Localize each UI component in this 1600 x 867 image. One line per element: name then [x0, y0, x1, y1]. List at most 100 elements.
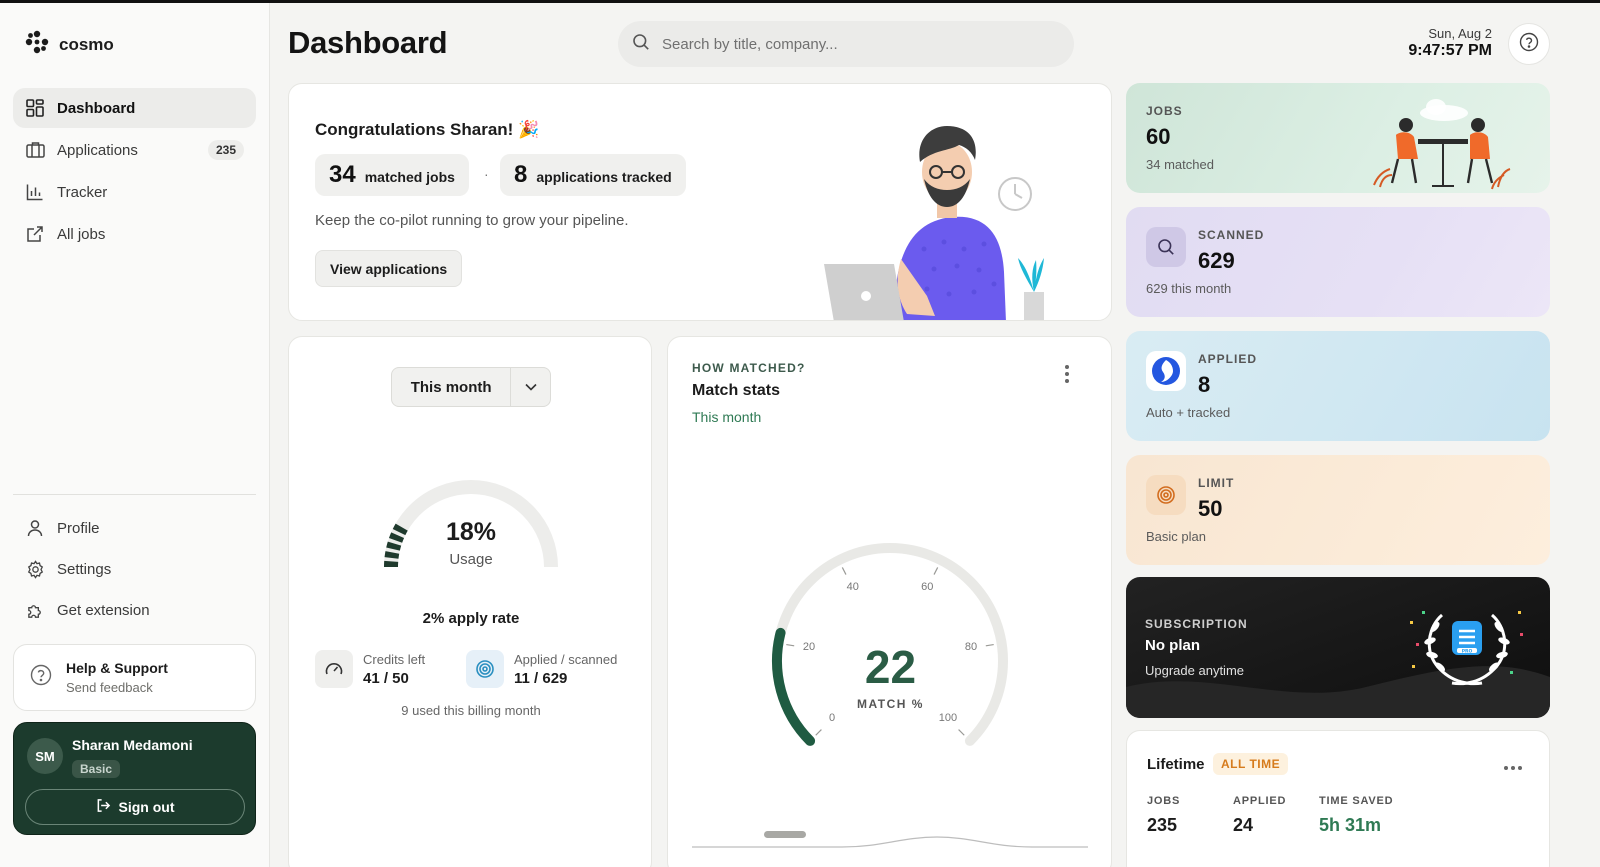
briefcase-icon	[25, 140, 45, 160]
lifetime-time-saved-label: TIME SAVED	[1319, 795, 1394, 807]
lifetime-jobs: JOBS 235	[1147, 795, 1180, 836]
match-gauge-tick	[958, 729, 965, 736]
credits-left-value: 41 / 50	[363, 669, 409, 687]
user-card: SM Sharan Medamoni Basic Sign out	[13, 722, 256, 835]
lifetime-applied-label: APPLIED	[1233, 795, 1287, 807]
congrats-card: Congratulations Sharan! 🎉 34 matched job…	[288, 83, 1112, 321]
sidebar-item-profile[interactable]: Profile	[13, 508, 256, 548]
question-icon	[1519, 32, 1539, 57]
subscription-sub: Upgrade anytime	[1145, 663, 1244, 678]
speedometer-icon	[315, 650, 353, 688]
match-gauge-tick-label: 60	[921, 580, 934, 593]
sidebar-item-dashboard[interactable]: Dashboard	[13, 88, 256, 128]
period-select-value: This month	[410, 378, 492, 396]
help-support-card[interactable]: Help & Support Send feedback	[13, 644, 256, 711]
user-icon	[25, 518, 45, 538]
matched-jobs-count: 34	[329, 161, 356, 188]
sidebar-item-settings[interactable]: Settings	[13, 549, 256, 589]
view-applications-button[interactable]: View applications	[315, 250, 463, 287]
grid-icon	[25, 98, 45, 118]
page-title: Dashboard	[288, 25, 448, 60]
sidebar-item-get-extension[interactable]: Get extension	[13, 590, 256, 630]
search-icon	[632, 33, 650, 56]
matched-jobs-label: matched jobs	[364, 169, 455, 185]
match-gauge-tick-label: 40	[846, 580, 859, 593]
jobs-eyebrow: JOBS	[1146, 104, 1183, 118]
lifetime-time-saved: TIME SAVED 5h 31m	[1319, 795, 1393, 836]
cosmo-logo-icon	[25, 30, 49, 59]
congrats-title: Congratulations Sharan! 🎉	[315, 120, 540, 139]
lifetime-time-saved-value: 5h 31m	[1319, 815, 1382, 835]
app-logo[interactable]: cosmo	[25, 30, 114, 59]
lifetime-card: Lifetime ALL TIME JOBS 235 APPLIED 24 TI…	[1126, 730, 1550, 867]
applications-tracked-count: 8	[514, 161, 528, 188]
help-subtitle: Send feedback	[66, 680, 153, 695]
sidebar-item-label: Get extension	[57, 601, 150, 619]
apply-rate: 2% apply rate	[422, 610, 520, 627]
sidebar-item-tracker[interactable]: Tracker	[13, 172, 256, 212]
compass-icon	[1146, 351, 1186, 391]
usage-label: Usage	[449, 551, 493, 568]
search-input[interactable]: Search by title, company...	[662, 36, 838, 53]
sidebar: cosmo Dashboard Applications 235 Tracker	[0, 3, 270, 867]
lifetime-applied: APPLIED 24	[1233, 795, 1286, 836]
chevron-down-icon[interactable]	[510, 368, 550, 406]
app-name: cosmo	[59, 34, 114, 54]
sidebar-item-applications[interactable]: Applications 235	[13, 130, 256, 170]
subscription-tile[interactable]: SUBSCRIPTION No plan Upgrade anytime PRO	[1126, 577, 1550, 718]
avatar[interactable]: SM	[27, 738, 63, 774]
external-link-icon	[25, 224, 45, 244]
sparkline	[692, 836, 1088, 848]
match-stats-card: HOW MATCHED? Match stats This month 0 20 4…	[667, 336, 1112, 867]
match-gauge-tick	[841, 567, 847, 575]
limit-sub: Basic plan	[1146, 529, 1206, 544]
period-select[interactable]: This month	[391, 367, 551, 407]
user-plan-badge: Basic	[72, 760, 121, 778]
match-gauge-tick-label: 100	[938, 711, 958, 724]
credits-left-label: Credits left	[363, 651, 426, 667]
puzzle-icon	[25, 600, 45, 620]
applied-tile[interactable]: APPLIED 8 Auto + tracked	[1126, 331, 1550, 441]
sidebar-item-label: Settings	[57, 560, 112, 578]
datetime: Sun, Aug 2 9:47:57 PM	[1408, 26, 1492, 60]
help-circle-icon	[30, 664, 52, 691]
congrats-subtitle: Keep the co-pilot running to grow your p…	[315, 212, 629, 229]
match-gauge-tick	[933, 567, 939, 575]
sign-out-icon	[96, 798, 111, 816]
jobs-tile[interactable]: JOBS 60 34 matched	[1126, 83, 1550, 193]
target-icon	[466, 650, 504, 688]
pro-badge-text: PRO	[1462, 648, 1473, 654]
developer-illustration	[824, 126, 1044, 320]
billing-note: 9 used this billing month	[401, 703, 541, 718]
search-bar[interactable]: Search by title, company...	[618, 21, 1074, 67]
sign-out-button[interactable]: Sign out	[25, 789, 245, 825]
sidebar-item-all-jobs[interactable]: All jobs	[13, 214, 256, 254]
search-icon	[1146, 227, 1186, 267]
jobs-sub: 34 matched	[1146, 157, 1214, 172]
scroll-handle[interactable]	[764, 831, 806, 838]
scanned-tile[interactable]: SCANNED 629 629 this month	[1126, 207, 1550, 317]
usage-percent: 18%	[445, 518, 497, 546]
lifetime-title: Lifetime	[1147, 756, 1205, 773]
limit-eyebrow: LIMIT	[1198, 476, 1235, 490]
more-horizontal-icon[interactable]	[1503, 758, 1523, 776]
sidebar-item-label: Tracker	[57, 183, 108, 201]
sidebar-item-label: Profile	[57, 519, 100, 537]
matched-jobs-pill: 34 matched jobs	[315, 154, 469, 196]
match-percent-label: MATCH %	[857, 697, 924, 711]
meeting-illustration	[1373, 99, 1511, 190]
credits-left-stat: Credits left 41 / 50	[315, 650, 425, 688]
pill-separator: ·	[484, 166, 489, 182]
help-title: Help & Support	[66, 660, 168, 676]
sidebar-item-label: All jobs	[57, 225, 106, 243]
subscription-eyebrow: SUBSCRIPTION	[1145, 617, 1248, 631]
jobs-value: 60	[1146, 124, 1171, 149]
applications-tracked-label: applications tracked	[536, 169, 672, 185]
help-button[interactable]	[1508, 23, 1550, 65]
user-name: Sharan Medamoni	[72, 737, 193, 753]
limit-tile[interactable]: LIMIT 50 Basic plan	[1126, 455, 1550, 565]
usage-card: This month 18% Usage 2% apply rate Credi…	[288, 336, 652, 867]
target-icon	[1146, 475, 1186, 515]
all-time-badge: ALL TIME	[1213, 753, 1289, 775]
bar-chart-icon	[25, 182, 45, 202]
